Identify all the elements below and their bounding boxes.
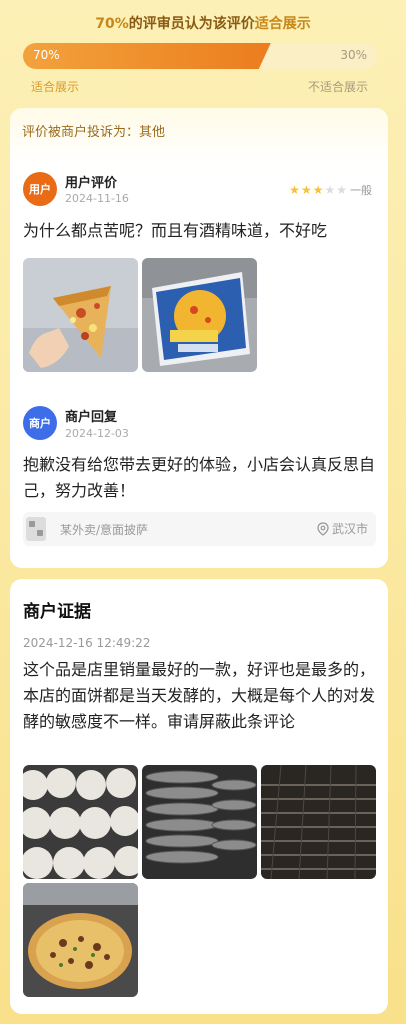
star-icon: ★ — [300, 183, 312, 197]
suitable-percent: 70% — [33, 48, 60, 62]
review-card: 评价被商户投诉为：其他 用户 用户评价 2024-11-16 ★ ★ ★ ★ ★… — [10, 108, 388, 568]
unsuitable-label: 不适合展示 — [307, 80, 368, 94]
complaint-reason: 评价被商户投诉为：其他 — [22, 125, 166, 140]
evidence-title: 商户证据 — [23, 602, 91, 622]
rating-stars: ★ ★ ★ ★ ★ 一般 — [289, 182, 372, 198]
vote-headline: 70%的评审员认为该评价适合展示 — [0, 13, 406, 33]
vote-progress-bar: 70% 30% — [23, 43, 377, 69]
user-avatar: 用户 — [23, 172, 57, 206]
pizza-pans-photo[interactable] — [142, 765, 257, 879]
merchant-reply-date: 2024-12-03 — [65, 427, 129, 440]
vote-percent: 70% — [95, 16, 129, 32]
merchant-avatar: 商户 — [23, 406, 57, 440]
star-icon: ★ — [324, 183, 336, 197]
shop-location-text: 武汉市 — [331, 522, 368, 536]
evidence-content: 这个品是店里销量最好的一款，好评也是最多的，本店的面饼都是当天发酵的，大概是每个… — [23, 660, 376, 731]
merchant-reply-content: 抱歉没有给您带去更好的体验，小店会认真反思自己，努力改善！ — [23, 455, 376, 500]
star-icon: ★ — [336, 183, 347, 197]
star-icon: ★ — [312, 183, 324, 197]
user-review-title: 用户评价 — [65, 176, 118, 191]
baked-pizza-photo[interactable] — [23, 883, 138, 997]
user-review-date: 2024-11-16 — [65, 192, 129, 205]
merchant-evidence-card: 商户证据 2024-12-16 12:49:22 这个品是店里销量最好的一款，好… — [10, 579, 388, 1014]
shop-logo — [26, 517, 46, 541]
dough-balls-photo[interactable] — [23, 765, 138, 879]
evidence-time: 2024-12-16 12:49:22 — [23, 636, 151, 650]
vote-progress-fill — [23, 43, 271, 69]
location-pin-icon — [317, 521, 329, 536]
shop-info-bar[interactable]: 某外卖/意面披萨 武汉市 — [23, 512, 376, 546]
suitable-label: 适合展示 — [31, 80, 80, 94]
oven-rack-photo[interactable] — [261, 765, 376, 879]
shop-location: 武汉市 — [317, 520, 368, 537]
user-review-content: 为什么都点苦呢？而且有酒精味道，不好吃 — [23, 221, 328, 240]
vote-summary: 70%的评审员认为该评价适合展示 70% 30% 适合展示 不适合展示 — [0, 0, 406, 106]
unsuitable-percent: 30% — [340, 48, 367, 62]
vote-headline-text: 的评审员认为该评价 — [128, 16, 255, 32]
user-avatar-text: 用户 — [29, 183, 51, 196]
merchant-avatar-text: 商户 — [29, 417, 51, 430]
star-icon: ★ — [289, 183, 300, 197]
vote-result: 适合展示 — [254, 16, 311, 32]
pizza-box-photo[interactable] — [142, 258, 257, 372]
merchant-reply-title: 商户回复 — [65, 410, 118, 425]
pizza-slice-photo[interactable] — [23, 258, 138, 372]
rating-text: 一般 — [350, 184, 372, 197]
shop-name: 某外卖/意面披萨 — [60, 523, 149, 537]
